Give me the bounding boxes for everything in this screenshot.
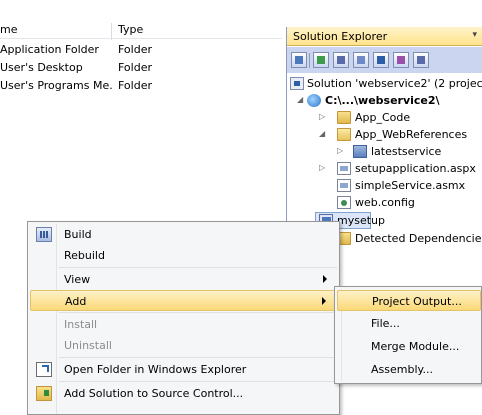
website-icon — [307, 94, 321, 107]
menu-item-rebuild[interactable]: Rebuild — [30, 245, 337, 266]
collapse-arrow-icon[interactable]: ◢ — [297, 95, 303, 104]
menu-item-merge-module[interactable]: Merge Module... — [337, 336, 481, 357]
submenu-arrow-icon — [322, 297, 326, 305]
menu-item-open-folder[interactable]: Open Folder in Windows Explorer — [30, 359, 337, 380]
tree-item-solution[interactable]: Solution 'webservice2' (2 project — [287, 75, 482, 92]
tree-item-label: C:\...\webservice2\ — [325, 94, 440, 107]
list-item[interactable]: User's Programs Me... Folder — [0, 77, 282, 95]
menu-item-label: Build — [64, 228, 92, 241]
solution-explorer: Solution Explorer ▾ Solution 'webservice… — [286, 27, 482, 247]
menu-item-label: Uninstall — [64, 339, 112, 352]
open-folder-icon — [36, 362, 52, 377]
column-header-type[interactable]: Type — [118, 23, 143, 36]
submenu-arrow-icon — [323, 275, 327, 283]
tree-item-label: latestservice — [371, 145, 442, 158]
tree-item-label: Solution 'webservice2' (2 project — [307, 77, 482, 90]
list-header: me Type — [0, 21, 285, 40]
build-icon — [36, 227, 52, 242]
menu-item-install[interactable]: Install — [30, 314, 337, 335]
tree-item-label: mysetup — [337, 214, 385, 227]
menu-item-build[interactable]: Build — [30, 224, 337, 245]
item-type: Folder — [118, 61, 152, 74]
item-name: User's Programs Me... — [0, 79, 112, 92]
expand-arrow-icon[interactable]: ▷ — [319, 163, 325, 172]
tree-item-label: setupapplication.aspx — [355, 162, 476, 175]
registry-editor-icon[interactable] — [333, 52, 349, 68]
menu-item-assembly[interactable]: Assembly... — [337, 359, 481, 380]
menu-separator — [59, 267, 337, 268]
tree-item-label: Detected Dependencies — [355, 232, 482, 245]
tree-item-web-config[interactable]: web.config — [287, 194, 482, 211]
tree-item-simpleservice[interactable]: simpleService.asmx — [287, 177, 482, 194]
custom-actions-editor-icon[interactable] — [393, 52, 409, 68]
aspx-page-icon — [337, 162, 351, 175]
folder-icon — [337, 111, 351, 124]
menu-item-label: Open Folder in Windows Explorer — [64, 363, 247, 376]
tree-item-app-webreferences[interactable]: ◢ App_WebReferences — [287, 126, 482, 143]
tree-item-website[interactable]: ◢ C:\...\webservice2\ — [287, 92, 482, 109]
menu-item-label: Add — [65, 295, 87, 308]
asmx-service-icon — [337, 179, 351, 192]
source-control-icon — [36, 386, 52, 401]
folder-open-icon — [337, 128, 351, 141]
menu-item-file[interactable]: File... — [337, 313, 481, 334]
menu-item-label: Project Output... — [372, 295, 462, 308]
item-type: Folder — [118, 43, 152, 56]
tree-item-label: simpleService.asmx — [355, 179, 466, 192]
menu-separator — [59, 357, 337, 358]
menu-item-label: View — [64, 273, 91, 286]
expand-arrow-icon[interactable]: ▷ — [337, 146, 343, 155]
menu-item-label: Rebuild — [64, 249, 105, 262]
context-menu: Build Rebuild View Add Install Uninstall… — [27, 221, 340, 415]
menu-item-label: Add Solution to Source Control... — [64, 387, 244, 400]
solution-explorer-toolbar — [287, 47, 482, 73]
tree-item-label: App_Code — [355, 111, 411, 124]
tree-item-label: App_WebReferences — [355, 128, 468, 141]
toolbar-separator — [309, 53, 310, 68]
user-interface-editor-icon[interactable] — [373, 52, 389, 68]
menu-item-view[interactable]: View — [30, 269, 337, 290]
tree-item-app-code[interactable]: ▷ App_Code — [287, 109, 482, 126]
solution-icon — [290, 77, 304, 90]
menu-separator — [59, 312, 337, 313]
menu-item-label: Merge Module... — [371, 340, 460, 353]
menu-item-project-output[interactable]: Project Output... — [337, 290, 481, 311]
tree-item-latestservice[interactable]: ▷ latestservice — [287, 143, 482, 160]
add-submenu: Project Output... File... Merge Module..… — [334, 286, 482, 384]
menu-item-add-to-source-control[interactable]: Add Solution to Source Control... — [30, 383, 337, 404]
menu-item-uninstall[interactable]: Uninstall — [30, 335, 337, 356]
collapse-arrow-icon[interactable]: ◢ — [319, 129, 325, 138]
properties-icon[interactable] — [291, 52, 307, 68]
window-position-icon[interactable]: ▾ — [472, 30, 477, 40]
menu-item-label: File... — [371, 317, 400, 330]
item-name: User's Desktop — [0, 61, 83, 74]
item-type: Folder — [118, 79, 152, 92]
menu-item-label: Install — [64, 318, 98, 331]
config-icon — [337, 196, 351, 209]
file-types-editor-icon[interactable] — [353, 52, 369, 68]
solution-explorer-title-bar: Solution Explorer ▾ — [287, 27, 482, 46]
header-divider — [0, 38, 282, 39]
file-system-editor-icon[interactable] — [313, 52, 329, 68]
list-item[interactable]: User's Desktop Folder — [0, 59, 282, 77]
expand-arrow-icon[interactable]: ▷ — [319, 112, 325, 121]
solution-explorer-title: Solution Explorer — [293, 30, 388, 43]
tree-item-setupapplication[interactable]: ▷ setupapplication.aspx — [287, 160, 482, 177]
web-reference-icon — [353, 145, 367, 158]
list-item[interactable]: Application Folder Folder — [0, 41, 282, 59]
menu-separator — [59, 381, 337, 382]
menu-item-add[interactable]: Add — [30, 290, 337, 311]
launch-conditions-editor-icon[interactable] — [413, 52, 429, 68]
menu-item-label: Assembly... — [371, 363, 433, 376]
item-name: Application Folder — [0, 43, 99, 56]
tree-item-label: web.config — [355, 196, 415, 209]
